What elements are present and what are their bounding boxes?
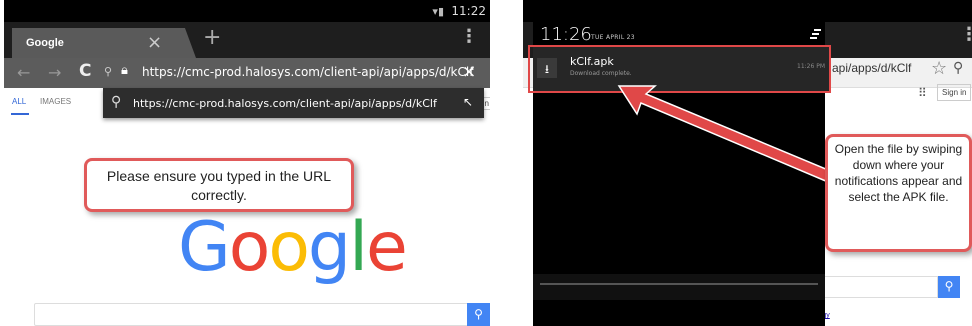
left-screenshot: ▾▮ 11:22 Google × + ⋮ ← → C ⚲ 🔒︎ https:/… (4, 0, 490, 326)
suggestion-text: https://cmc-prod.halosys.com/client-api/… (133, 97, 437, 110)
signal-battery-icon: ▾▮ (432, 5, 444, 18)
clear-url-icon[interactable]: × (462, 62, 476, 82)
search-button[interactable]: ⚲ (467, 303, 490, 326)
back-icon[interactable]: ← (17, 63, 30, 82)
right-screenshot: ⋮ api/apps/d/kClf ☆ ⚲ ⠿ Sign in e ⚲ Lear… (523, 0, 972, 326)
status-time: 11:22 (451, 4, 486, 18)
new-tab-icon[interactable]: + (203, 25, 221, 50)
logo-letter: e (366, 208, 408, 287)
search-icon: ⚲ (111, 94, 122, 110)
reload-icon[interactable]: C (79, 61, 91, 81)
google-logo: Google (178, 212, 408, 284)
url-suggestion[interactable]: ⚲ https://cmc-prod.halosys.com/client-ap… (103, 88, 484, 118)
annotation-callout: Please ensure you typed in the URL corre… (84, 158, 354, 212)
tab-all[interactable]: ALL (12, 97, 26, 106)
forward-icon[interactable]: → (48, 63, 61, 82)
logo-letter: g (307, 208, 351, 287)
annotation-callout: Open the file by swiping down where your… (825, 134, 972, 252)
logo-letter: o (228, 208, 271, 287)
url-input[interactable]: https://cmc-prod.halosys.com/client-api/… (142, 65, 473, 79)
search-icon: ⚲ (104, 65, 113, 78)
lock-icon: 🔒︎ (121, 63, 128, 78)
logo-letter: l (349, 208, 368, 287)
insert-arrow-icon[interactable]: ↖ (463, 95, 473, 109)
status-bar: ▾▮ 11:22 (4, 0, 490, 22)
search-input[interactable] (34, 303, 471, 326)
overflow-menu-icon[interactable]: ⋮ (460, 26, 478, 47)
active-tab-indicator (11, 113, 29, 115)
tab-title: Google (26, 37, 64, 49)
tab-images[interactable]: IMAGES (40, 97, 71, 106)
browser-toolbar: ← → C ⚲ 🔒︎ https://cmc-prod.halosys.com/… (4, 58, 490, 88)
close-tab-icon[interactable]: × (147, 32, 162, 53)
logo-letter: G (178, 208, 231, 287)
logo-letter: o (268, 208, 310, 287)
arrow-shape (617, 85, 835, 183)
browser-tab[interactable]: Google × (12, 28, 196, 58)
